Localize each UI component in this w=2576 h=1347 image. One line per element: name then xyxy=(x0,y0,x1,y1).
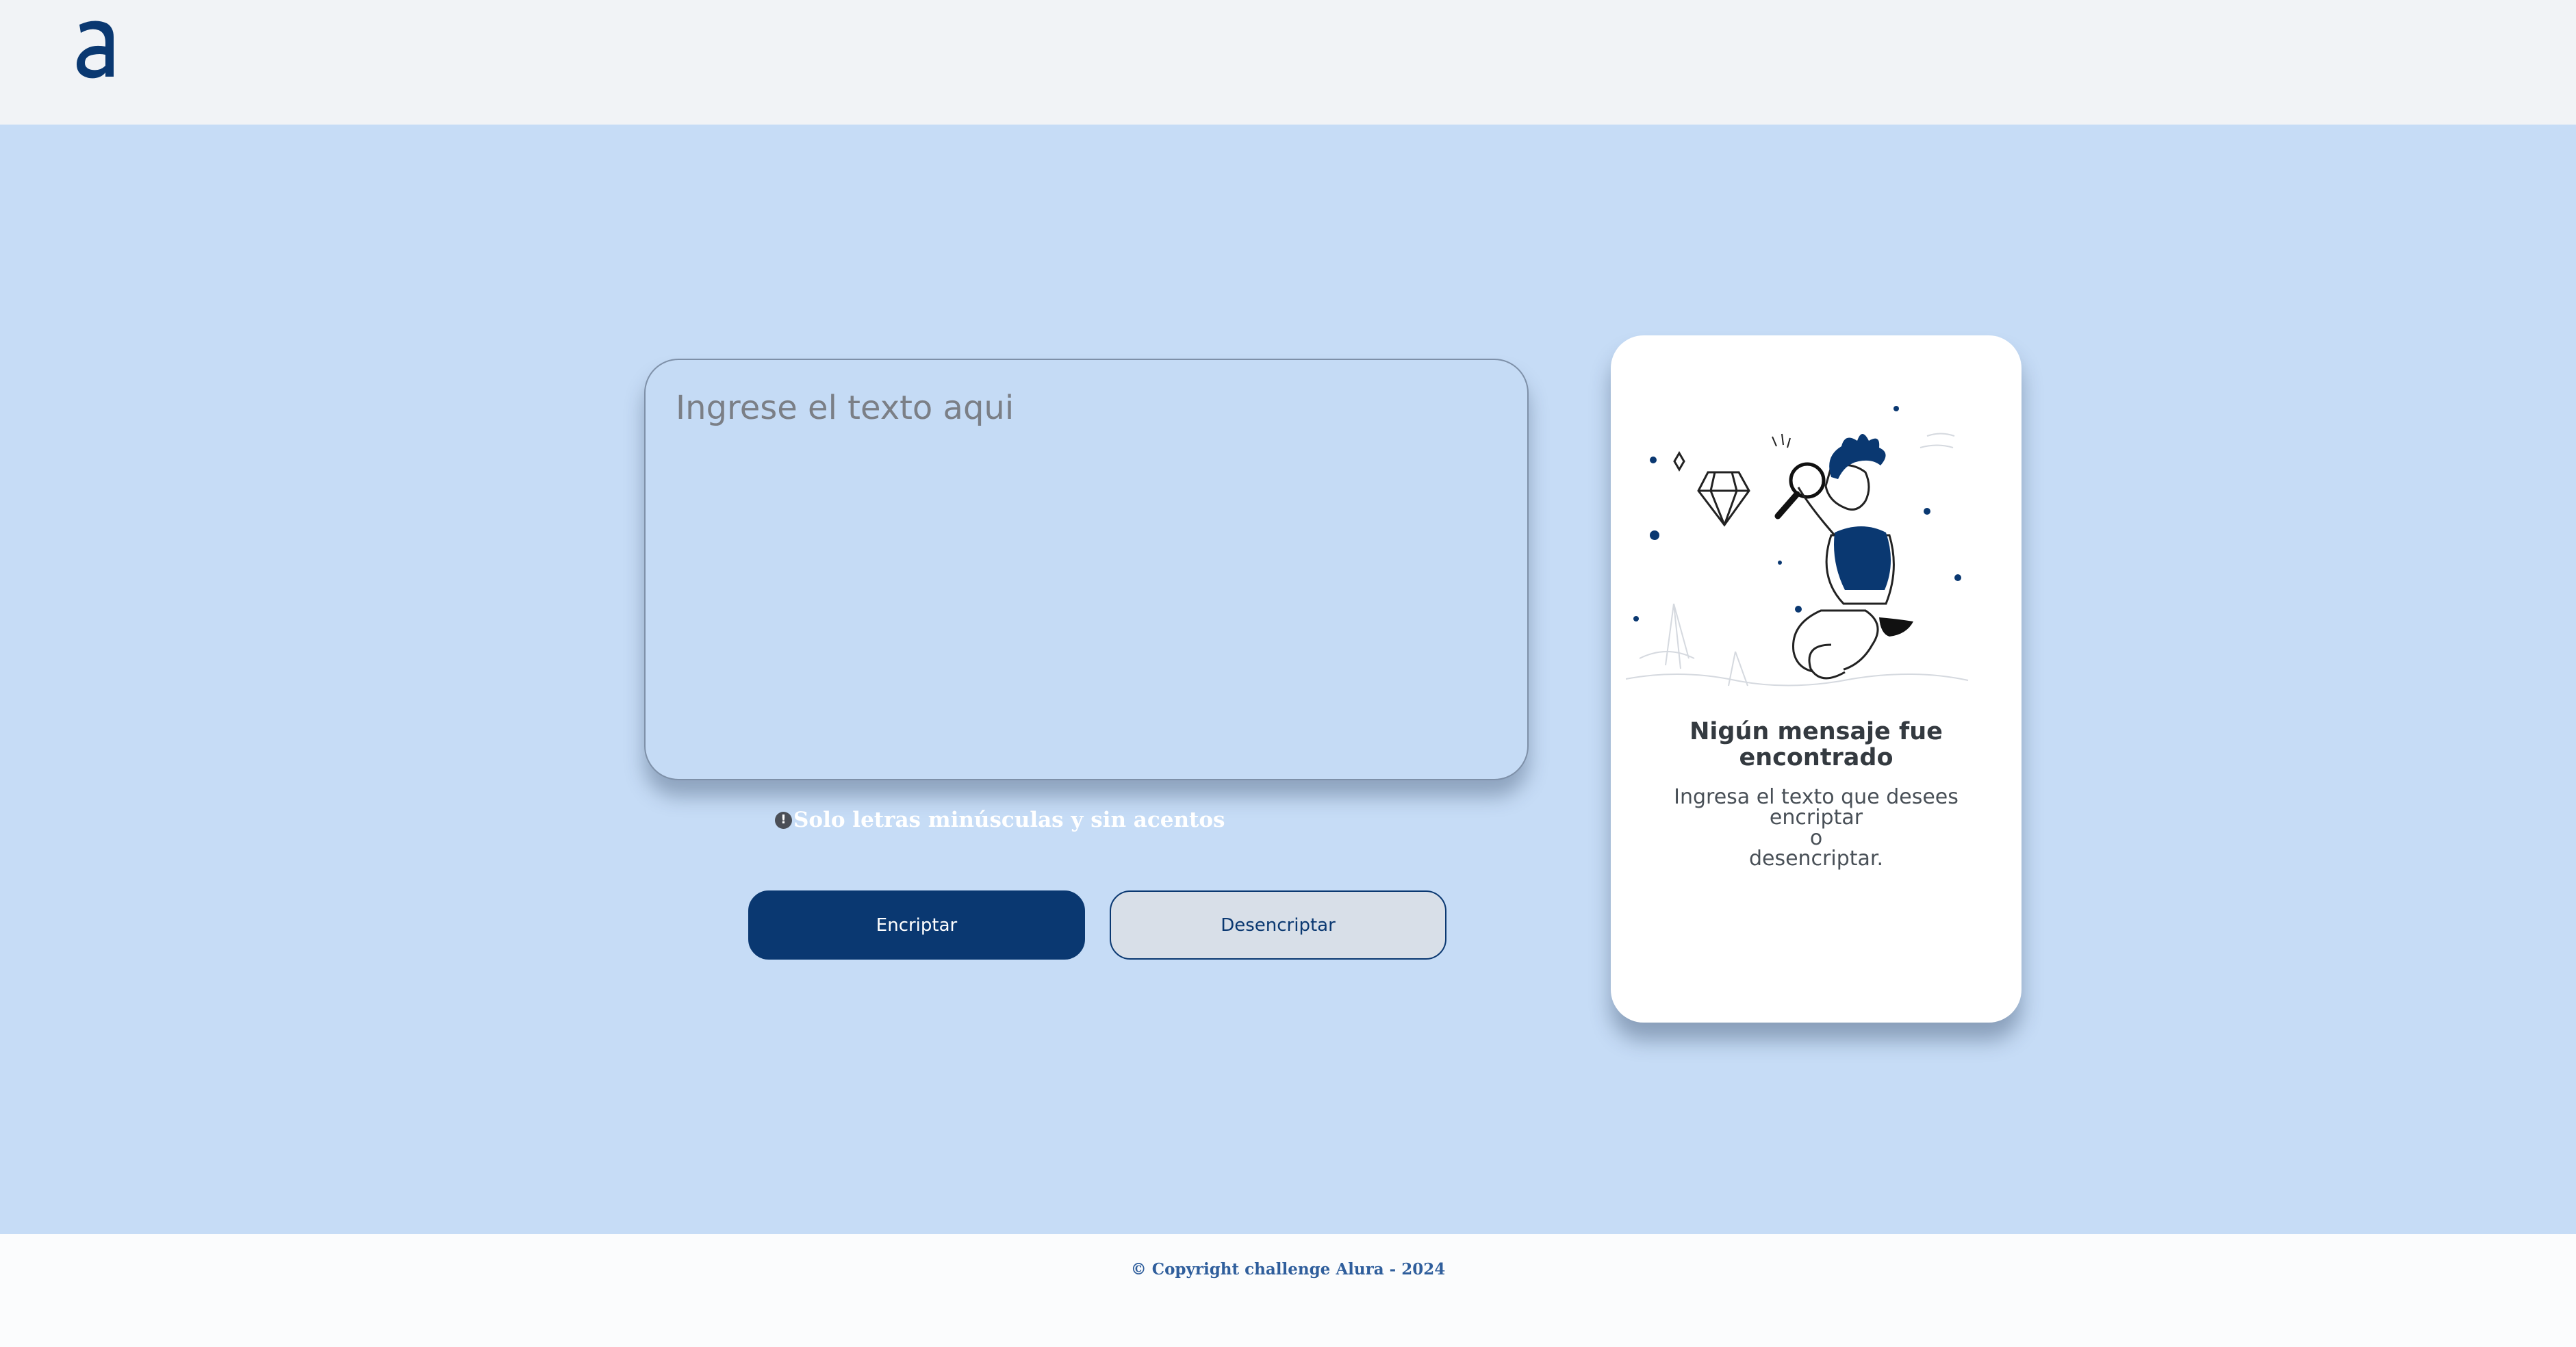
card-body-line: desencriptar. xyxy=(1748,847,1884,871)
alura-logo[interactable] xyxy=(71,15,119,79)
text-input-box xyxy=(644,359,1529,780)
input-hint: ! Solo letras minúsculas y sin acentos xyxy=(775,806,1225,834)
footer: © Copyright challenge Alura - 2024 xyxy=(0,1234,2576,1347)
card-body: Ingresa el texto que desees encriptar o … xyxy=(1627,787,2005,869)
text-input[interactable] xyxy=(646,360,1527,779)
info-circle-icon: ! xyxy=(775,811,792,829)
card-body-line: Ingresa el texto que desees encriptar xyxy=(1674,785,1959,830)
copyright-text: © Copyright challenge Alura - 2024 xyxy=(1130,1260,1446,1279)
card-body-line: o xyxy=(1809,826,1823,850)
hint-text: Solo letras minúsculas y sin acentos xyxy=(793,808,1225,832)
header xyxy=(0,0,2576,125)
encrypt-button[interactable]: Encriptar xyxy=(748,890,1085,960)
person-with-magnifying-glass-illustration xyxy=(1626,406,1969,687)
decrypt-button[interactable]: Desencriptar xyxy=(1110,890,1446,960)
output-card: Nigún mensaje fue encontrado Ingresa el … xyxy=(1611,335,2022,1023)
card-title: Nigún mensaje fue encontrado xyxy=(1689,718,1943,771)
